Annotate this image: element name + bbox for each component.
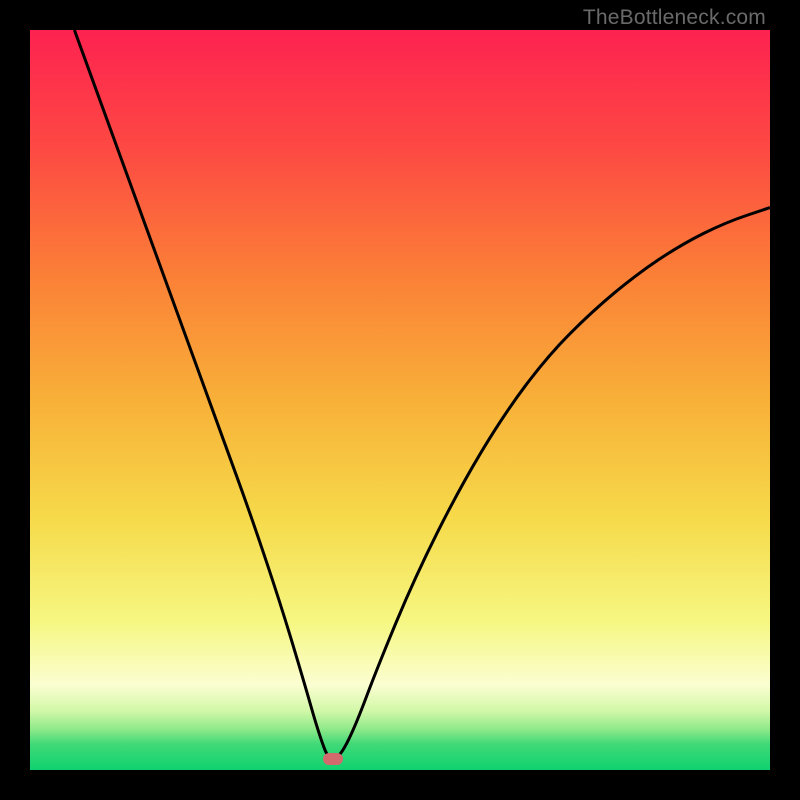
bottleneck-curve <box>74 30 770 760</box>
curve-layer <box>30 30 770 770</box>
watermark-text: TheBottleneck.com <box>583 6 766 30</box>
plot-area <box>30 30 770 770</box>
chart-frame: TheBottleneck.com <box>0 0 800 800</box>
optimum-marker <box>323 753 343 765</box>
